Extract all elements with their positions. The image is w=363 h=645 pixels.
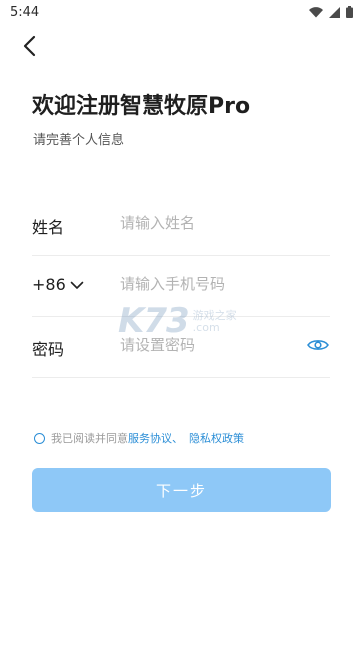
battery-icon xyxy=(346,6,353,18)
privacy-policy-link[interactable]: 隐私权政策 xyxy=(189,430,244,446)
next-step-button[interactable]: 下一步 xyxy=(32,468,331,512)
service-agreement-link[interactable]: 服务协议 xyxy=(128,430,172,446)
agreement-checkbox[interactable] xyxy=(34,432,45,444)
agreement: 我已阅读并同意 服务协议 、 隐私权政策 xyxy=(34,430,244,446)
chevron-down-icon xyxy=(70,275,84,294)
phone-input[interactable] xyxy=(120,269,300,299)
wifi-icon xyxy=(309,6,323,18)
password-row: 密码 xyxy=(32,318,330,378)
password-label: 密码 xyxy=(32,340,65,359)
signal-icon xyxy=(329,6,340,18)
back-arrow-icon xyxy=(23,35,37,61)
agreement-prefix: 我已阅读并同意 xyxy=(51,432,128,445)
eye-icon xyxy=(307,337,329,356)
country-code-selector[interactable]: +86 xyxy=(32,275,84,294)
name-label: 姓名 xyxy=(32,218,65,237)
agreement-separator: 、 xyxy=(172,432,183,445)
status-time: 5:44 xyxy=(10,4,40,20)
country-code-label: +86 xyxy=(32,275,66,294)
password-visibility-toggle[interactable] xyxy=(306,336,330,356)
back-button[interactable] xyxy=(16,34,44,62)
password-input[interactable] xyxy=(120,330,300,360)
status-icons xyxy=(309,6,353,18)
status-bar: 5:44 xyxy=(0,0,363,24)
phone-row: +86 xyxy=(32,257,330,317)
name-row: 姓名 xyxy=(32,196,330,256)
page-subtitle: 请完善个人信息 xyxy=(33,133,125,148)
page-title: 欢迎注册智慧牧原Pro xyxy=(32,94,251,119)
name-input[interactable] xyxy=(120,208,300,238)
